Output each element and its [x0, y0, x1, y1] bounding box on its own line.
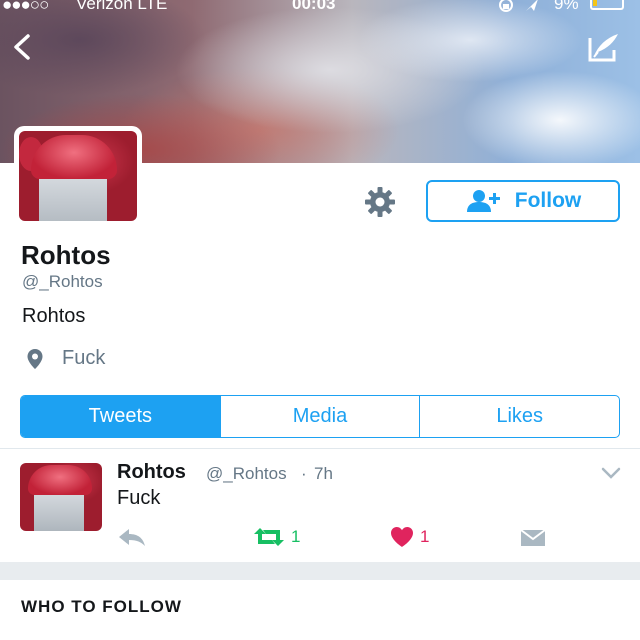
status-icons [498, 0, 548, 15]
location-arrow-icon [499, 0, 538, 12]
back-button[interactable] [8, 30, 38, 64]
tweet-menu-button[interactable] [600, 466, 622, 480]
status-bar: ●●●○○ Verizon LTE 00:03 9% [0, 0, 640, 14]
tweet-text: Fuck [117, 487, 161, 509]
avatar-image [19, 131, 137, 221]
location-pin-icon [27, 349, 43, 369]
back-arrow-icon [14, 34, 30, 60]
status-time: 00:03 [292, 0, 336, 13]
profile-handle: @_Rohtos [22, 272, 103, 291]
like-button[interactable] [390, 526, 414, 548]
reply-icon [119, 529, 145, 546]
battery-percent: 9% [554, 0, 579, 13]
gear-icon [365, 187, 395, 217]
section-separator [0, 562, 640, 580]
settings-button[interactable] [362, 184, 398, 220]
tweet-timestamp: 7h [314, 464, 333, 483]
compose-icon [588, 34, 618, 62]
profile-bio: Rohtos [22, 305, 86, 327]
retweet-icon [254, 528, 284, 546]
follow-label: Follow [514, 189, 582, 212]
compose-tweet-button[interactable] [584, 30, 622, 64]
tab-tweets[interactable]: Tweets [21, 396, 220, 437]
tab-media[interactable]: Media [219, 396, 420, 437]
profile-display-name: Rohtos [21, 240, 111, 270]
add-user-icon [466, 190, 500, 212]
retweet-count: 1 [291, 527, 301, 546]
tweet-avatar[interactable] [20, 463, 102, 531]
profile-tabs: Tweets Media Likes [20, 395, 620, 438]
tab-likes[interactable]: Likes [419, 396, 619, 437]
battery-icon [590, 0, 624, 10]
tweet-author-name[interactable]: Rohtos [117, 461, 186, 484]
envelope-icon [520, 529, 546, 546]
retweet-button[interactable] [252, 527, 286, 547]
tweet-separator: · [301, 464, 307, 483]
direct-message-button[interactable] [520, 528, 546, 548]
profile-avatar[interactable] [14, 126, 142, 226]
tweet-author-handle: @_Rohtos [206, 464, 287, 483]
heart-icon [391, 527, 413, 547]
profile-location: Fuck [62, 347, 106, 369]
follow-button[interactable]: Follow [426, 180, 620, 222]
divider [0, 448, 640, 449]
chevron-down-icon [601, 467, 621, 479]
like-count: 1 [420, 527, 430, 546]
signal-strength: ●●●○○ [2, 0, 49, 14]
reply-button[interactable] [117, 527, 147, 547]
who-to-follow-heading: WHO TO FOLLOW [21, 597, 182, 616]
carrier-label: Verizon LTE [76, 0, 168, 13]
